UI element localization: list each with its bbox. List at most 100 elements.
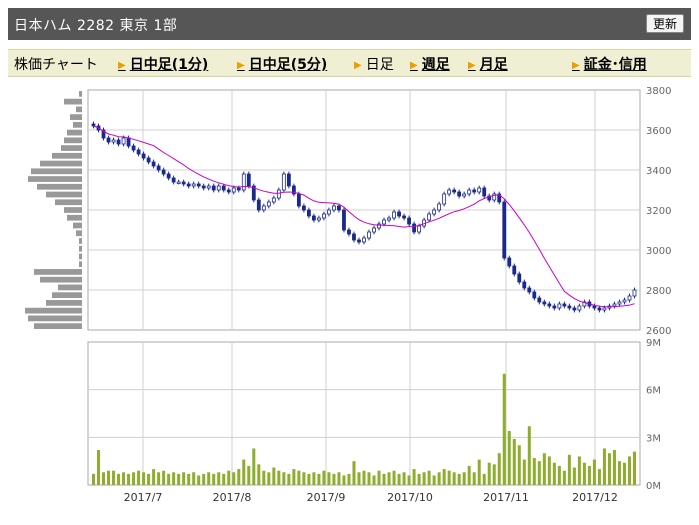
volume-tick-label: 0M <box>646 481 661 492</box>
candle-body <box>332 205 336 211</box>
candle-body <box>512 265 517 275</box>
candle-body <box>547 303 552 307</box>
volume-bar <box>182 472 186 485</box>
arrow-right-icon: ▶ <box>354 60 362 71</box>
volume-bar <box>467 465 471 485</box>
price-profile-bar <box>76 106 82 113</box>
price-profile-bar <box>79 91 82 97</box>
candle-body <box>191 183 196 187</box>
price-profile-bar <box>46 300 82 306</box>
volume-tick-label: 3M <box>646 433 661 444</box>
volume-bar <box>232 472 236 485</box>
candle-body <box>261 205 266 211</box>
candle-body <box>312 215 316 221</box>
candle-body <box>216 185 221 191</box>
volume-bar <box>192 472 196 485</box>
candle-body <box>392 211 396 219</box>
candle-body <box>387 217 391 221</box>
candle-body <box>166 173 171 179</box>
candle-body <box>322 213 326 219</box>
price-profile-bar <box>79 253 82 260</box>
candle-body <box>206 185 211 189</box>
volume-bar <box>332 473 336 485</box>
volume-bar <box>257 464 261 485</box>
candle-body <box>522 281 527 289</box>
candle-body <box>482 187 487 197</box>
volume-bar <box>187 473 191 485</box>
volume-bar <box>527 426 531 485</box>
tab-monthly[interactable]: ▶ 月足 <box>468 54 508 74</box>
volume-bar <box>477 459 481 485</box>
volume-bar <box>212 473 216 485</box>
arrow-right-icon: ▶ <box>410 60 418 71</box>
volume-bar <box>542 453 546 485</box>
volume-bar <box>507 430 511 485</box>
volume-bar <box>217 472 221 485</box>
volume-bar <box>437 472 441 485</box>
candle-body <box>397 211 401 217</box>
volume-bar <box>567 454 571 485</box>
candle-body <box>567 305 572 309</box>
candle-body <box>181 181 186 185</box>
candle-body <box>327 209 331 215</box>
volume-bar <box>557 465 561 485</box>
candle-body <box>256 199 261 211</box>
chart-section-label: 株価チャート <box>14 57 98 73</box>
price-profile-bar <box>73 222 82 229</box>
volume-bar <box>197 475 201 485</box>
candle-body <box>186 183 191 187</box>
volume-bar <box>442 469 446 485</box>
volume-bar <box>92 473 96 485</box>
tab-daily: ▶ 日足 <box>354 57 394 73</box>
tab-margin-credit[interactable]: ▶ 証金･信用 <box>572 54 647 74</box>
price-tick-label: 3400 <box>646 166 671 177</box>
price-profile-bar <box>31 168 82 175</box>
candle-body <box>627 295 632 301</box>
x-tick-label: 2017/12 <box>572 491 618 504</box>
candle-body <box>221 185 226 191</box>
volume-bar <box>577 456 581 485</box>
tab-weekly[interactable]: ▶ 週足 <box>410 54 450 74</box>
candle-body <box>146 157 151 163</box>
volume-bar <box>247 465 251 485</box>
candle-body <box>472 189 477 193</box>
volume-bar <box>397 473 401 485</box>
candle-body <box>562 303 567 307</box>
candle-body <box>507 257 512 267</box>
volume-bar <box>497 453 501 485</box>
volume-bar <box>482 473 486 485</box>
candle-body <box>136 149 141 155</box>
candle-body <box>432 209 437 215</box>
volume-bar <box>272 467 276 485</box>
candle-body <box>532 291 537 299</box>
candle-body <box>612 303 617 307</box>
volume-bar <box>327 472 331 485</box>
price-profile-bar <box>34 269 82 275</box>
candle-body <box>176 181 181 184</box>
volume-bar <box>162 470 166 485</box>
candle-body <box>442 193 447 205</box>
candle-body <box>131 145 136 151</box>
volume-bar <box>392 470 396 485</box>
volume-bar <box>492 464 496 485</box>
candle-body <box>412 223 416 233</box>
price-profile-bar <box>61 145 82 151</box>
volume-bar <box>107 470 111 485</box>
volume-bar <box>347 473 351 485</box>
tab-intraday-5min[interactable]: ▶ 日中足(5分) <box>237 54 327 74</box>
volume-bar <box>377 470 381 485</box>
refresh-button[interactable]: 更新 <box>645 14 684 33</box>
volume-bar <box>372 475 376 485</box>
volume-bar <box>602 448 606 485</box>
volume-bar <box>427 470 431 485</box>
header-bar: 日本ハム 2282 東京 1部 更新 <box>8 8 691 40</box>
candle-body <box>226 189 231 193</box>
tab-intraday-1min[interactable]: ▶ 日中足(1分) <box>118 54 208 74</box>
volume-bar <box>177 473 181 485</box>
stock-title: 日本ハム 2282 東京 1部 <box>14 18 178 34</box>
price-profile-bar <box>40 276 82 283</box>
volume-bar <box>287 473 291 485</box>
volume-bar <box>127 473 131 485</box>
volume-bar <box>532 457 536 485</box>
candle-body <box>447 189 452 195</box>
